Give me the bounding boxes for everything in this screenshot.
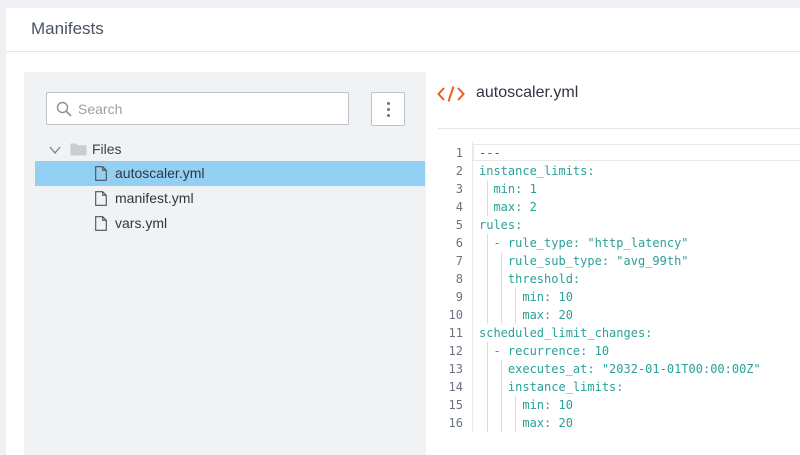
code-text: rule_sub_type: "avg_99th" (479, 254, 689, 268)
code-text: threshold: (479, 272, 581, 286)
more-options-button[interactable] (371, 92, 405, 126)
chevron-down-icon[interactable] (48, 143, 62, 157)
code-text: --- (479, 146, 501, 160)
code-text: min: 10 (479, 290, 573, 304)
line-number: 1 (455, 146, 463, 160)
code-line: 13 executes_at: "2032-01-01T00:00:00Z" (438, 360, 800, 378)
panel-header: Manifests (6, 8, 800, 52)
code-text: min: 10 (479, 398, 573, 412)
editor-filename: autoscaler.yml (476, 84, 579, 101)
code-text: rules: (479, 218, 523, 232)
code-text: max: 20 (479, 308, 573, 322)
code-line: 3 min: 1 (438, 180, 800, 198)
line-number: 9 (455, 290, 463, 304)
code-text: max: 2 (479, 200, 537, 214)
code-text: instance_limits: (479, 380, 624, 394)
code-line: 11 scheduled_limit_changes: (438, 324, 800, 342)
code-line: 12 - recurrence: 10 (438, 342, 800, 360)
code-text: max: 20 (479, 416, 573, 430)
tree-folder-files[interactable]: Files (46, 139, 346, 161)
line-number: 6 (455, 236, 463, 250)
file-label: manifest.yml (115, 190, 194, 206)
code-line: 7 rule_sub_type: "avg_99th" (438, 252, 800, 270)
line-number: 16 (448, 416, 463, 430)
code-icon (437, 86, 465, 102)
line-number: 7 (455, 254, 463, 268)
code-line: 16 max: 20 (438, 414, 800, 432)
code-text: min: 1 (479, 182, 537, 196)
line-number: 14 (448, 380, 463, 394)
line-number: 8 (455, 272, 463, 286)
line-number: 13 (448, 362, 463, 376)
file-label: vars.yml (115, 215, 168, 231)
line-number: 2 (455, 164, 463, 178)
code-text: - recurrence: 10 (479, 344, 610, 358)
tree-file-vars[interactable]: vars.yml (35, 211, 425, 236)
search-box[interactable] (46, 92, 349, 125)
tree-file-manifest[interactable]: manifest.yml (35, 186, 425, 211)
more-vertical-icon (387, 102, 390, 105)
code-text: scheduled_limit_changes: (479, 326, 653, 340)
code-line: 1 --- (438, 144, 800, 162)
code-line: 14 instance_limits: (438, 378, 800, 396)
code-line: 8 threshold: (438, 270, 800, 288)
code-line: 15 min: 10 (438, 396, 800, 414)
file-label: autoscaler.yml (115, 165, 205, 181)
more-vertical-icon-dot (387, 108, 390, 111)
search-input[interactable] (78, 93, 338, 124)
tree-file-autoscaler[interactable]: autoscaler.yml (35, 161, 425, 186)
page-title: Manifests (31, 19, 104, 38)
code-line: 10 max: 20 (438, 306, 800, 324)
line-number: 5 (455, 218, 463, 232)
code-text: - rule_type: "http_latency" (479, 236, 689, 250)
code-line: 5 rules: (438, 216, 800, 234)
more-vertical-icon-dot (387, 114, 390, 117)
file-icon (95, 166, 107, 181)
line-number: 12 (448, 344, 463, 358)
editor-divider (438, 128, 800, 129)
file-icon (95, 216, 107, 231)
folder-icon (70, 143, 87, 156)
search-icon (56, 101, 72, 117)
folder-label: Files (92, 141, 122, 157)
code-line: 2 instance_limits: (438, 162, 800, 180)
code-line: 4 max: 2 (438, 198, 800, 216)
code-text: executes_at: "2032-01-01T00:00:00Z" (479, 362, 761, 376)
line-number: 11 (448, 326, 463, 340)
code-text: instance_limits: (479, 164, 595, 178)
line-number: 3 (455, 182, 463, 196)
file-sidebar: Files autoscaler.yml manifest.yml vars.y… (24, 72, 426, 455)
code-line: 6 - rule_type: "http_latency" (438, 234, 800, 252)
line-number: 4 (455, 200, 463, 214)
file-icon (95, 191, 107, 206)
line-number: 15 (448, 398, 463, 412)
code-line: 9 min: 10 (438, 288, 800, 306)
line-number: 10 (448, 308, 463, 322)
code-editor[interactable]: 1 --- 2 instance_limits: 3 min: 14 max: 2 5 ru… (438, 142, 800, 442)
